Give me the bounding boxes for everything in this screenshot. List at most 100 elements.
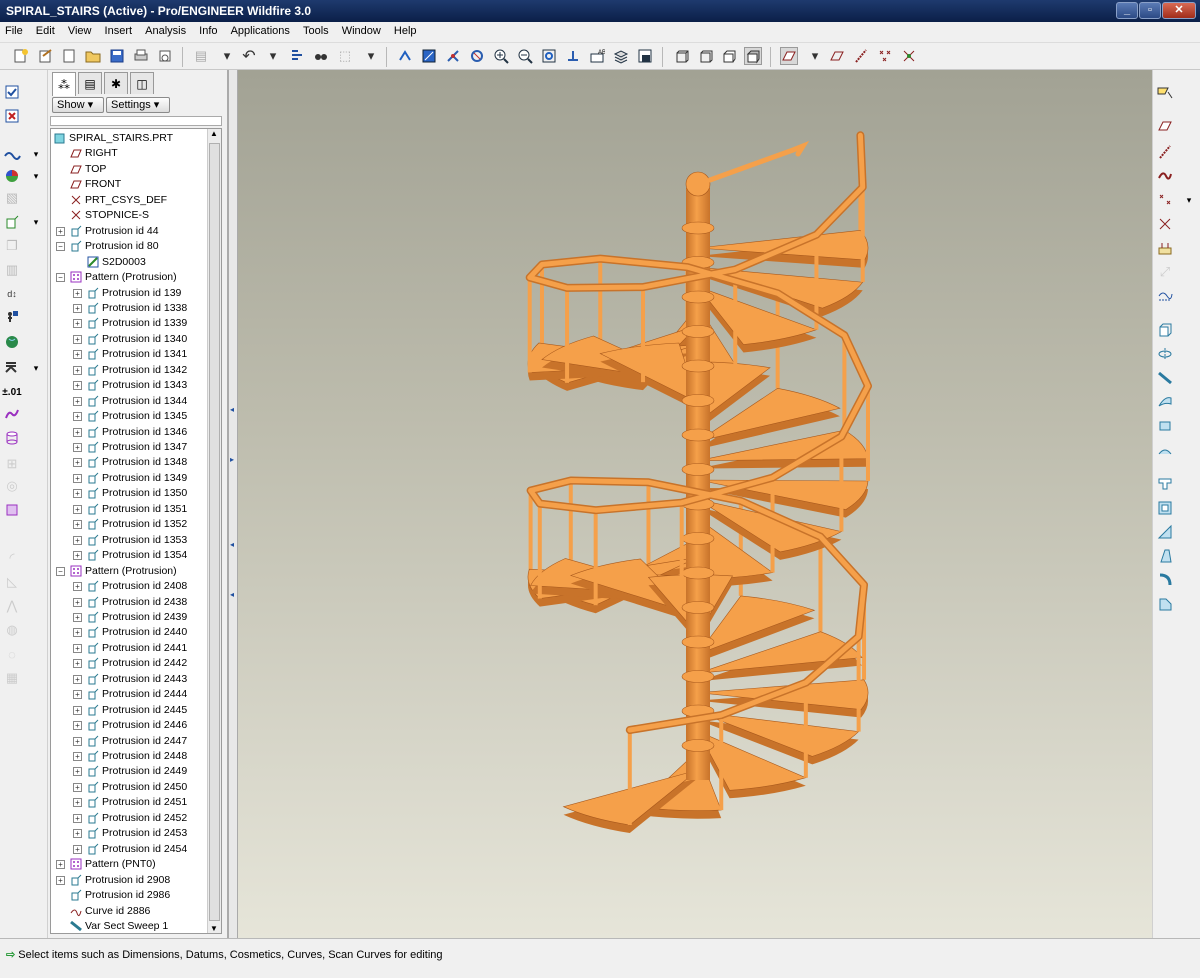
datum-right[interactable]: RIGHT — [51, 146, 207, 161]
expand-icon[interactable]: + — [73, 473, 82, 483]
expand-icon[interactable]: + — [73, 288, 82, 298]
datum-axis-icon[interactable] — [852, 47, 870, 65]
point-display-icon[interactable] — [468, 47, 486, 65]
graphics-viewport[interactable] — [238, 70, 1152, 938]
pattern1-protrusion-item[interactable]: + Protrusion id 1351 — [51, 502, 207, 517]
expand-icon[interactable]: + — [73, 365, 82, 375]
collapse-icon[interactable]: − — [56, 242, 65, 252]
expand-icon[interactable]: + — [73, 721, 82, 731]
draft-dropdown-icon[interactable]: ▾ — [26, 358, 46, 378]
pattern1-protrusion-item[interactable]: + Protrusion id 1338 — [51, 301, 207, 316]
scroll-down-icon[interactable]: ▼ — [210, 924, 218, 933]
select-dropdown-icon[interactable]: ▾ — [362, 47, 380, 65]
settings-button[interactable]: Settings ▾ — [106, 97, 170, 113]
shell-feature-icon[interactable] — [1155, 498, 1175, 518]
expand-icon[interactable]: + — [73, 736, 82, 746]
pattern1-protrusion-item[interactable]: + Protrusion id 1345 — [51, 409, 207, 424]
collapse-arrow-icon-3[interactable]: ◂ — [230, 590, 234, 599]
collapse-arrow-icon[interactable]: ◂ — [230, 405, 234, 414]
open-file-icon[interactable] — [36, 47, 54, 65]
round-feature-icon[interactable] — [1155, 570, 1175, 590]
expand-icon[interactable]: + — [73, 612, 82, 622]
tree-scrollbar[interactable]: ▲ ▼ — [207, 129, 221, 933]
expand-icon[interactable]: + — [73, 303, 82, 313]
curve-tool-icon[interactable] — [1155, 166, 1175, 186]
spin-center-icon[interactable] — [396, 47, 414, 65]
pattern1-protrusion-item[interactable]: + Protrusion id 1346 — [51, 425, 207, 440]
datum-plane-icon[interactable] — [828, 47, 846, 65]
pattern1-protrusion-item[interactable]: + Protrusion id 1342 — [51, 363, 207, 378]
protrusion-80[interactable]: − Protrusion id 80 — [51, 239, 207, 254]
pattern1-protrusion-item[interactable]: + Protrusion id 1341 — [51, 347, 207, 362]
var-sect-sweep[interactable]: Var Sect Sweep 1 — [51, 919, 207, 933]
expand-icon[interactable]: + — [73, 829, 82, 839]
expand-icon[interactable]: + — [73, 782, 82, 792]
hole-icon[interactable]: ⊞ — [2, 454, 22, 474]
pattern2-protrusion-item[interactable]: + Protrusion id 2408 — [51, 579, 207, 594]
revolve-feature-icon[interactable] — [1155, 344, 1175, 364]
expand-icon[interactable]: + — [73, 582, 82, 592]
expand-icon[interactable]: + — [73, 443, 82, 452]
zoom-out-icon[interactable] — [516, 47, 534, 65]
pattern2-protrusion-item[interactable]: + Protrusion id 2448 — [51, 749, 207, 764]
expand-icon[interactable]: + — [56, 875, 65, 885]
expand-icon[interactable]: + — [73, 427, 82, 437]
sketch-dropdown-icon[interactable]: ▾ — [26, 144, 46, 164]
expand-icon[interactable]: + — [73, 350, 82, 360]
graph-icon[interactable]: ⤢ — [1155, 262, 1175, 282]
refit-icon[interactable] — [540, 47, 558, 65]
scrollbar-thumb[interactable] — [209, 143, 220, 921]
datum-top[interactable]: TOP — [51, 162, 207, 177]
expand-icon[interactable]: + — [73, 659, 82, 669]
expand-icon[interactable]: + — [73, 458, 82, 468]
plane-tool-icon[interactable] — [1155, 116, 1175, 136]
expand-icon[interactable]: + — [73, 643, 82, 653]
pattern2-protrusion-item[interactable]: + Protrusion id 2452 — [51, 811, 207, 826]
close-button[interactable]: ✕ — [1162, 2, 1196, 19]
chamfer-icon[interactable]: ◺ — [2, 572, 22, 592]
protrusion-2986[interactable]: Protrusion id 2986 — [51, 888, 207, 903]
point-tool-icon[interactable] — [1155, 190, 1175, 210]
axis-display-icon[interactable] — [444, 47, 462, 65]
folder-browser-tab[interactable]: ▤ — [78, 72, 102, 94]
plane-dropdown-icon[interactable]: ▾ — [806, 47, 824, 65]
menu-tools[interactable]: Tools — [298, 22, 334, 40]
color-dropdown-icon[interactable]: ▾ — [26, 166, 46, 186]
print-icon[interactable] — [132, 47, 150, 65]
scroll-up-icon[interactable]: ▲ — [210, 129, 218, 138]
find-icon[interactable] — [312, 47, 330, 65]
expand-icon[interactable]: + — [73, 690, 82, 700]
connections-tab[interactable]: ◫ — [130, 72, 154, 94]
menu-insert[interactable]: Insert — [100, 22, 138, 40]
pattern1-protrusion-item[interactable]: + Protrusion id 1353 — [51, 533, 207, 548]
pattern1-protrusion-item[interactable]: + Protrusion id 1350 — [51, 486, 207, 501]
menu-file[interactable]: File — [0, 22, 28, 40]
pattern2-protrusion-item[interactable]: + Protrusion id 2444 — [51, 687, 207, 702]
shading-icon[interactable] — [744, 47, 762, 65]
expand-icon[interactable]: + — [73, 504, 82, 514]
sketch-s2d0003[interactable]: S2D0003 — [51, 255, 207, 270]
wireframe-icon[interactable] — [672, 47, 690, 65]
datum-stopnice[interactable]: STOPNICE-S — [51, 208, 207, 223]
expand-icon[interactable]: + — [73, 798, 82, 808]
sketched-datum-icon[interactable] — [1155, 284, 1175, 304]
menu-view[interactable]: View — [63, 22, 97, 40]
select-box-icon[interactable]: ⬚ — [336, 47, 354, 65]
collapse-icon[interactable]: − — [56, 566, 65, 576]
pattern2-protrusion-item[interactable]: + Protrusion id 2453 — [51, 826, 207, 841]
point-dropdown-icon[interactable]: ▾ — [1179, 190, 1199, 210]
blend-feature-icon[interactable] — [1155, 392, 1175, 412]
pattern1-protrusion-item[interactable]: + Protrusion id 1344 — [51, 394, 207, 409]
pattern-protrusion-2[interactable]: − Pattern (Protrusion) — [51, 564, 207, 579]
copy-feature-icon[interactable]: ❐ — [2, 236, 22, 256]
pattern2-protrusion-item[interactable]: + Protrusion id 2440 — [51, 625, 207, 640]
favorites-tab[interactable]: ✱ — [104, 72, 128, 94]
undo-dropdown-icon[interactable]: ▾ — [264, 47, 282, 65]
pattern1-protrusion-item[interactable]: + Protrusion id 139 — [51, 286, 207, 301]
draft-icon[interactable] — [2, 358, 22, 378]
extrude-icon[interactable] — [2, 212, 22, 232]
collapse-icon[interactable]: − — [56, 273, 65, 283]
coordinate-system-icon[interactable] — [900, 47, 918, 65]
pattern1-protrusion-item[interactable]: + Protrusion id 1348 — [51, 455, 207, 470]
pattern1-protrusion-item[interactable]: + Protrusion id 1347 — [51, 440, 207, 455]
